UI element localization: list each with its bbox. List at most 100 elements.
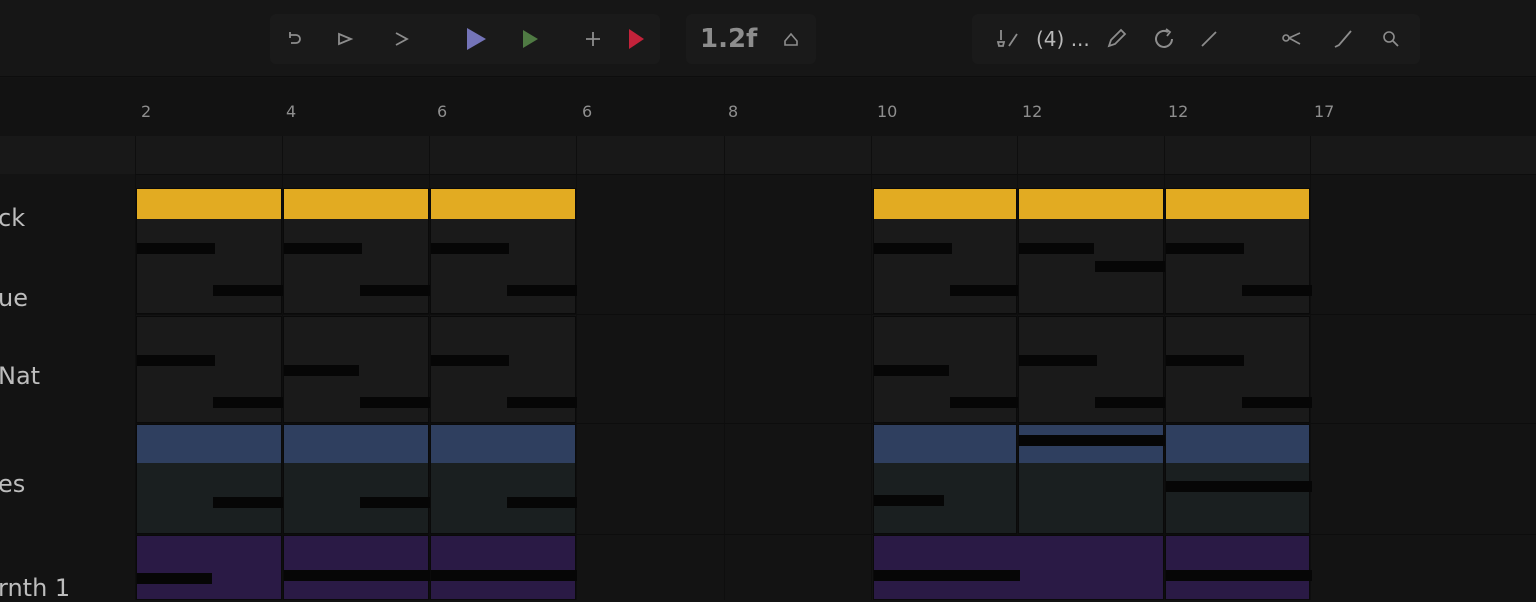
track-name[interactable]: ck	[0, 204, 25, 232]
ruler-number: 10	[877, 102, 898, 121]
note-block	[284, 570, 430, 581]
note-block	[1166, 481, 1312, 492]
pattern-clip[interactable]	[873, 535, 1164, 600]
pattern-clip[interactable]	[873, 188, 1020, 314]
note-block	[1166, 355, 1244, 366]
pattern-clip[interactable]	[1165, 424, 1312, 534]
clip-header[interactable]	[874, 425, 1016, 463]
play-pattern-icon[interactable]	[518, 24, 542, 54]
track-names-column: ck ue Nat es rnth 1	[0, 0, 135, 602]
scissors-icon[interactable]	[1278, 24, 1306, 54]
clip-header[interactable]	[284, 425, 428, 463]
note-block	[874, 495, 944, 506]
pattern-clip[interactable]	[283, 535, 430, 600]
note-block	[874, 570, 1020, 581]
note-block	[1095, 261, 1165, 272]
ruler-number: 6	[437, 102, 448, 121]
pattern-clip[interactable]	[136, 535, 282, 600]
ruler-number: 17	[1314, 102, 1335, 121]
pattern-clip[interactable]	[283, 424, 430, 534]
pattern-clip[interactable]	[430, 316, 577, 423]
note-block	[507, 397, 577, 408]
note-block	[284, 243, 362, 254]
clip-header[interactable]	[137, 425, 281, 463]
pattern-clip[interactable]	[873, 424, 1017, 534]
clip-header[interactable]	[1166, 189, 1309, 219]
note-block	[284, 365, 359, 376]
pencil-icon[interactable]	[1102, 24, 1130, 54]
automation-strip	[0, 136, 1536, 174]
add-icon[interactable]	[581, 24, 605, 54]
record-icon[interactable]	[624, 24, 648, 54]
zoom-icon[interactable]	[1380, 24, 1402, 54]
note-block	[360, 497, 430, 508]
note-block	[1242, 285, 1312, 296]
tempo-display[interactable]: 1.2f	[700, 22, 757, 56]
pattern-clip[interactable]	[430, 424, 577, 534]
slice-icon[interactable]	[1196, 24, 1222, 54]
note-block	[874, 365, 949, 376]
pattern-clip[interactable]	[1018, 316, 1165, 423]
row-divider	[135, 174, 1536, 175]
draw-line-icon[interactable]	[1330, 24, 1356, 54]
track-name[interactable]: ue	[0, 284, 28, 312]
note-block	[1095, 397, 1165, 408]
note-block	[950, 397, 1020, 408]
pattern-clip[interactable]	[283, 188, 430, 314]
pattern-clip[interactable]	[873, 316, 1020, 423]
clip-header[interactable]	[284, 189, 428, 219]
pattern-selector[interactable]: (4) ...	[1036, 24, 1090, 54]
undo-icon[interactable]	[282, 24, 306, 54]
pattern-clip[interactable]	[1018, 188, 1165, 314]
clip-header[interactable]	[1019, 189, 1163, 219]
track-name[interactable]: Nat	[0, 362, 40, 390]
note-block	[1019, 355, 1097, 366]
metronome-icon[interactable]	[780, 24, 802, 54]
ruler-number: 8	[728, 102, 739, 121]
clip-header[interactable]	[431, 189, 575, 219]
pattern-clip[interactable]	[1165, 188, 1312, 314]
pattern-clip[interactable]	[430, 188, 577, 314]
note-block	[1166, 243, 1244, 254]
pattern-clip[interactable]	[136, 424, 283, 534]
note-block	[213, 497, 283, 508]
note-block	[950, 285, 1020, 296]
clip-header[interactable]	[874, 189, 1016, 219]
loop-icon[interactable]	[1150, 24, 1178, 54]
pattern-clip[interactable]	[1165, 316, 1312, 423]
note-block	[213, 397, 283, 408]
timeline-ruler[interactable]: 2 4 6 6 8 10 12 12 17	[0, 78, 1536, 136]
pattern-clip[interactable]	[283, 316, 430, 423]
pattern-clip[interactable]	[136, 316, 283, 423]
ruler-number: 4	[286, 102, 297, 121]
note-block	[1019, 243, 1094, 254]
note-block	[213, 285, 283, 296]
note-block	[137, 355, 215, 366]
clip-header[interactable]	[137, 189, 281, 219]
pattern-clip[interactable]	[1018, 424, 1165, 534]
pattern-clip[interactable]	[1165, 535, 1312, 600]
forward-icon[interactable]	[390, 24, 414, 54]
toolbar: 1.2f (4) ...	[0, 0, 1536, 77]
note-block	[360, 397, 430, 408]
pattern-clip[interactable]	[430, 535, 577, 600]
clip-header[interactable]	[431, 425, 575, 463]
track-name[interactable]: es	[0, 470, 25, 498]
play-icon[interactable]	[462, 24, 490, 54]
note-block	[360, 285, 430, 296]
pattern-clip[interactable]	[136, 188, 283, 314]
clip-header[interactable]	[1166, 425, 1309, 463]
ruler-number: 12	[1168, 102, 1189, 121]
note-block	[431, 243, 509, 254]
note-block	[507, 497, 577, 508]
grid-line	[871, 136, 872, 600]
brush-icon[interactable]	[992, 24, 1032, 54]
note-block	[1166, 570, 1312, 581]
ruler-number: 6	[582, 102, 593, 121]
ruler-number: 12	[1022, 102, 1043, 121]
track-name[interactable]: rnth 1	[0, 574, 70, 602]
step-play-icon[interactable]	[334, 24, 358, 54]
note-block	[137, 243, 215, 254]
grid-line	[576, 136, 577, 600]
row-divider	[135, 314, 1536, 315]
